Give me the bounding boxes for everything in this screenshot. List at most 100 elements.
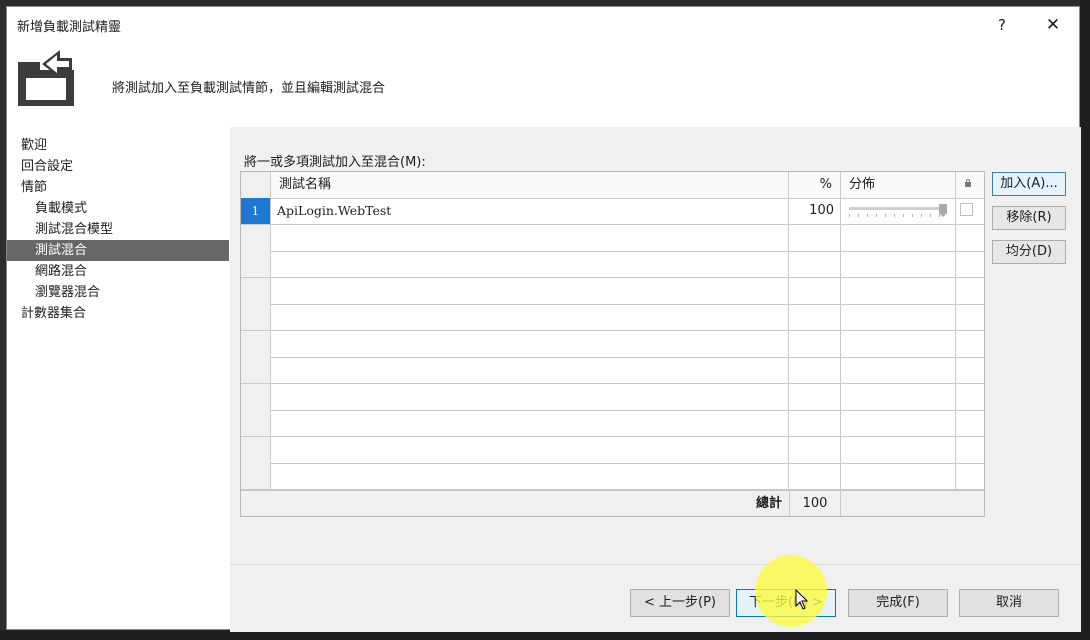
nav-item-test-mix[interactable]: 測試混合 — [7, 240, 229, 261]
empty-cell[interactable] — [789, 331, 841, 357]
empty-table-row[interactable] — [241, 437, 984, 464]
empty-cell[interactable] — [956, 251, 984, 277]
row-index[interactable] — [241, 225, 271, 251]
row-index[interactable] — [241, 463, 271, 489]
empty-cell[interactable] — [789, 410, 841, 436]
row-index[interactable] — [241, 437, 271, 463]
nav-item-welcome[interactable]: 歡迎 — [7, 135, 229, 156]
empty-cell[interactable] — [841, 437, 956, 463]
empty-cell[interactable] — [789, 278, 841, 304]
row-index[interactable] — [241, 331, 271, 357]
empty-cell[interactable] — [789, 251, 841, 277]
empty-cell[interactable] — [271, 225, 789, 251]
empty-cell[interactable] — [271, 463, 789, 489]
help-button[interactable]: ? — [982, 11, 1022, 39]
empty-cell[interactable] — [841, 278, 956, 304]
empty-cell[interactable] — [841, 463, 956, 489]
column-lock[interactable] — [956, 172, 984, 198]
empty-cell[interactable] — [956, 437, 984, 463]
previous-button[interactable]: < 上一步(P) — [630, 589, 730, 617]
nav-item-scenario[interactable]: 情節 — [7, 177, 229, 198]
empty-cell[interactable] — [271, 437, 789, 463]
table-row[interactable]: 1 ApiLogin.WebTest 100 — [241, 198, 984, 225]
empty-cell[interactable] — [956, 463, 984, 489]
test-mix-label: 將一或多項測試加入至混合(M): — [244, 155, 426, 170]
empty-cell[interactable] — [271, 278, 789, 304]
empty-cell[interactable] — [956, 331, 984, 357]
load-test-wizard-dialog: 新增負載測試精靈 ? ✕ 將測試加入至負載測試情節，並且編輯測試混合 歡迎 回合… — [6, 6, 1081, 632]
empty-cell[interactable] — [956, 278, 984, 304]
empty-table-row[interactable] — [241, 331, 984, 358]
empty-cell[interactable] — [956, 304, 984, 330]
empty-cell[interactable] — [789, 304, 841, 330]
row-index[interactable] — [241, 251, 271, 277]
empty-cell[interactable] — [956, 357, 984, 383]
row-index[interactable]: 1 — [241, 198, 271, 224]
empty-cell[interactable] — [956, 225, 984, 251]
row-index[interactable] — [241, 304, 271, 330]
empty-cell[interactable] — [956, 410, 984, 436]
dialog-title: 新增負載測試精靈 — [17, 20, 122, 35]
slider-track — [849, 207, 947, 210]
add-button[interactable]: 加入(A)... — [992, 172, 1066, 196]
nav-item-browser-mix[interactable]: 瀏覽器混合 — [7, 282, 229, 303]
empty-table-row[interactable] — [241, 357, 984, 384]
nav-item-load-pattern[interactable]: 負載模式 — [7, 198, 229, 219]
empty-cell[interactable] — [271, 251, 789, 277]
close-button[interactable]: ✕ — [1033, 11, 1073, 39]
total-value: 100 — [789, 491, 841, 516]
test-mix-panel: 將一或多項測試加入至混合(M): 測試名稱 % 分佈 1 ApiLogin.We… — [230, 127, 1081, 564]
slider-ticks — [849, 214, 947, 217]
lock-checkbox[interactable] — [960, 203, 973, 216]
percent-cell[interactable]: 100 — [789, 198, 841, 224]
empty-cell[interactable] — [841, 357, 956, 383]
empty-cell[interactable] — [789, 463, 841, 489]
empty-cell[interactable] — [841, 410, 956, 436]
empty-table-row[interactable] — [241, 278, 984, 305]
empty-cell[interactable] — [271, 384, 789, 410]
empty-cell[interactable] — [789, 357, 841, 383]
empty-cell[interactable] — [956, 384, 984, 410]
header-description: 將測試加入至負載測試情節，並且編輯測試混合 — [112, 81, 386, 96]
empty-cell[interactable] — [841, 304, 956, 330]
empty-cell[interactable] — [271, 410, 789, 436]
empty-cell[interactable] — [789, 437, 841, 463]
row-index[interactable] — [241, 410, 271, 436]
row-index[interactable] — [241, 357, 271, 383]
column-distribution[interactable]: 分佈 — [841, 172, 956, 198]
mouse-pointer-icon — [795, 589, 809, 610]
empty-table-row[interactable] — [241, 225, 984, 252]
empty-cell[interactable] — [271, 331, 789, 357]
cancel-button[interactable]: 取消 — [959, 589, 1059, 617]
empty-cell[interactable] — [789, 384, 841, 410]
empty-table-row[interactable] — [241, 304, 984, 331]
empty-cell[interactable] — [841, 331, 956, 357]
total-label: 總計 — [755, 496, 782, 511]
row-index[interactable] — [241, 278, 271, 304]
empty-table-row[interactable] — [241, 410, 984, 437]
column-test-name[interactable]: 測試名稱 — [271, 172, 789, 198]
distribution-slider[interactable] — [849, 204, 947, 218]
distribute-button[interactable]: 均分(D) — [992, 240, 1066, 264]
empty-cell[interactable] — [271, 304, 789, 330]
nav-item-counter-sets[interactable]: 計數器集合 — [7, 303, 229, 324]
nav-item-test-mix-model[interactable]: 測試混合模型 — [7, 219, 229, 240]
add-test-icon — [18, 50, 74, 106]
empty-cell[interactable] — [841, 225, 956, 251]
empty-cell[interactable] — [789, 225, 841, 251]
empty-cell[interactable] — [841, 251, 956, 277]
test-name-cell[interactable]: ApiLogin.WebTest — [271, 198, 789, 224]
remove-button[interactable]: 移除(R) — [992, 206, 1066, 230]
empty-cell[interactable] — [271, 357, 789, 383]
column-percent[interactable]: % — [789, 172, 841, 198]
lock-cell — [956, 198, 984, 224]
row-header-corner — [241, 172, 271, 198]
empty-cell[interactable] — [841, 384, 956, 410]
nav-item-run-settings[interactable]: 回合設定 — [7, 156, 229, 177]
empty-table-row[interactable] — [241, 251, 984, 278]
nav-item-network-mix[interactable]: 網路混合 — [7, 261, 229, 282]
finish-button[interactable]: 完成(F) — [848, 589, 948, 617]
row-index[interactable] — [241, 384, 271, 410]
empty-table-row[interactable] — [241, 463, 984, 490]
empty-table-row[interactable] — [241, 384, 984, 411]
